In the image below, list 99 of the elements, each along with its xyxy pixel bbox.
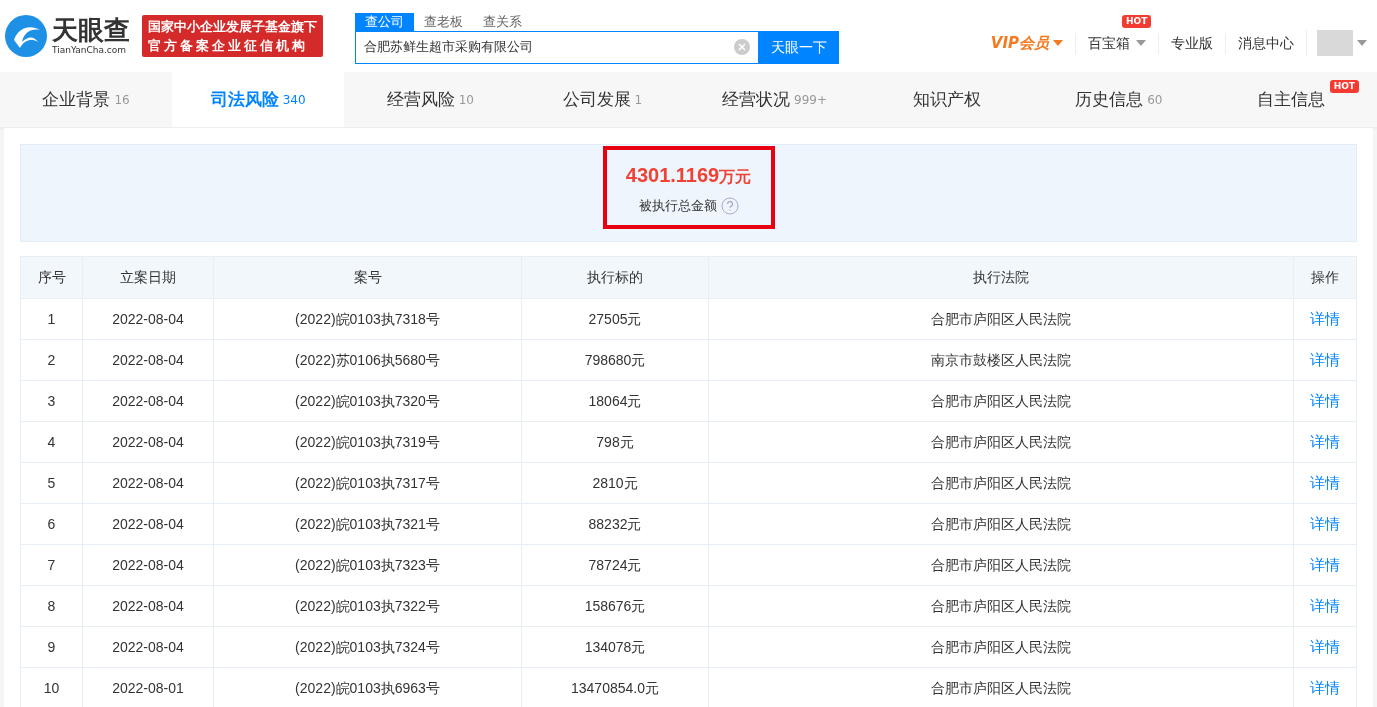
search-tab[interactable]: 查公司: [355, 12, 414, 31]
caret-icon: [1136, 40, 1146, 46]
table-cell: 158676元: [522, 586, 709, 626]
hot-badge: HOT: [1329, 80, 1359, 93]
column-header: 执行标的: [522, 257, 709, 298]
table-cell: (2022)苏0106执5680号: [214, 340, 522, 380]
category-tab[interactable]: 自主信息 HOT: [1204, 72, 1377, 127]
hot-badge: HOT: [1122, 14, 1152, 28]
banner-text: 国家中小企业发展子基金旗下: [148, 18, 317, 36]
column-header: 立案日期: [83, 257, 214, 298]
table-cell: 3: [21, 381, 83, 421]
table-cell: 2022-08-04: [83, 463, 214, 503]
table-cell: 6: [21, 504, 83, 544]
total-amount: 4301.1169: [625, 162, 720, 188]
category-tab[interactable]: 经营状况 999+: [688, 72, 861, 127]
search-tab[interactable]: 查老板: [414, 12, 473, 31]
detail-link[interactable]: 详情: [1310, 389, 1340, 413]
table-cell: 798680元: [522, 340, 709, 380]
search-field[interactable]: 合肥苏鲜生超市采购有限公司: [355, 30, 759, 64]
amount-label: 被执行总金额: [638, 196, 717, 215]
detail-link[interactable]: 详情: [1310, 471, 1340, 495]
column-header: 序号: [21, 257, 83, 298]
banner-text: 官方备案企业征信机构: [148, 37, 309, 55]
nav-link[interactable]: 消息中心: [1225, 32, 1306, 54]
table-cell: 9: [21, 627, 83, 667]
column-header: 案号: [214, 257, 522, 298]
table-cell: (2022)皖0103执7324号: [214, 627, 522, 667]
avatar-placeholder[interactable]: [1317, 30, 1353, 56]
detail-link[interactable]: 详情: [1310, 553, 1340, 577]
table-cell: 合肥市庐阳区人民法院: [709, 627, 1294, 667]
table-cell: 798元: [522, 422, 709, 462]
table-cell: 2022-08-04: [83, 545, 214, 585]
category-tab[interactable]: 企业背景 16: [0, 72, 173, 127]
table-cell: (2022)皖0103执7322号: [214, 586, 522, 626]
table-cell: 88232元: [522, 504, 709, 544]
table-cell: 78724元: [522, 545, 709, 585]
table-cell: (2022)皖0103执7318号: [214, 299, 522, 339]
category-tab[interactable]: 经营风险 10: [344, 72, 517, 127]
table-cell: 2022-08-04: [83, 381, 214, 421]
search-tab[interactable]: 查关系: [473, 12, 532, 31]
table-cell: (2022)皖0103执6963号: [214, 668, 522, 707]
table-cell: 合肥市庐阳区人民法院: [709, 504, 1294, 544]
logo-text: 天眼查: [52, 16, 130, 44]
detail-link[interactable]: 详情: [1310, 512, 1340, 536]
table-cell: 27505元: [522, 299, 709, 339]
logo-icon: [4, 14, 48, 58]
table-cell: 合肥市庐阳区人民法院: [709, 463, 1294, 503]
table-cell: 2022-08-04: [83, 340, 214, 380]
amount-unit: 万元: [719, 165, 752, 188]
detail-link[interactable]: 详情: [1310, 307, 1340, 331]
column-header: 操作: [1310, 268, 1340, 287]
table-cell: 18064元: [522, 381, 709, 421]
table-cell: 合肥市庐阳区人民法院: [709, 422, 1294, 462]
table-cell: 2: [21, 340, 83, 380]
detail-link[interactable]: 详情: [1310, 635, 1340, 659]
table-cell: 10: [21, 668, 83, 707]
table-cell: 2022-08-04: [83, 586, 214, 626]
table-cell: 2810元: [522, 463, 709, 503]
logo-subtitle: TianYanCha.com: [52, 44, 127, 56]
detail-link[interactable]: 详情: [1310, 676, 1340, 700]
table-cell: 4: [21, 422, 83, 462]
detail-link[interactable]: 详情: [1310, 430, 1340, 454]
category-tab[interactable]: 知识产权: [860, 72, 1033, 127]
category-tab[interactable]: 历史信息 60: [1032, 72, 1205, 127]
column-header: 执行法院: [709, 257, 1294, 298]
table-cell: (2022)皖0103执7323号: [214, 545, 522, 585]
table-cell: (2022)皖0103执7321号: [214, 504, 522, 544]
table-cell: 合肥市庐阳区人民法院: [709, 545, 1294, 585]
table-cell: 南京市鼓楼区人民法院: [709, 340, 1294, 380]
table-cell: 1: [21, 299, 83, 339]
detail-link[interactable]: 详情: [1310, 348, 1340, 372]
nav-link[interactable]: 专业版: [1158, 32, 1225, 54]
table-cell: 合肥市庐阳区人民法院: [709, 381, 1294, 421]
caret-icon: [1053, 40, 1063, 46]
vip-menu[interactable]: VIP会员: [978, 31, 1075, 55]
help-icon[interactable]: [720, 196, 739, 215]
table-cell: 2022-08-04: [83, 504, 214, 544]
table-cell: (2022)皖0103执7319号: [214, 422, 522, 462]
table-cell: 合肥市庐阳区人民法院: [709, 586, 1294, 626]
table-cell: 合肥市庐阳区人民法院: [709, 299, 1294, 339]
table-cell: 2022-08-01: [83, 668, 214, 707]
table-cell: 13470854.0元: [522, 668, 709, 707]
table-cell: 2022-08-04: [83, 422, 214, 462]
table-cell: 5: [21, 463, 83, 503]
category-tab[interactable]: 公司发展 1: [516, 72, 689, 127]
table-cell: (2022)皖0103执7317号: [214, 463, 522, 503]
category-tab[interactable]: 司法风险 340: [172, 72, 345, 127]
table-cell: 7: [21, 545, 83, 585]
search-button[interactable]: 天眼一下: [759, 30, 839, 64]
table-cell: 134078元: [522, 627, 709, 667]
table-cell: 2022-08-04: [83, 627, 214, 667]
table-cell: (2022)皖0103执7320号: [214, 381, 522, 421]
table-cell: 合肥市庐阳区人民法院: [709, 668, 1294, 707]
detail-link[interactable]: 详情: [1310, 594, 1340, 618]
table-cell: 2022-08-04: [83, 299, 214, 339]
caret-icon: [1357, 40, 1367, 46]
table-cell: 8: [21, 586, 83, 626]
toolbox-menu[interactable]: 百宝箱: [1076, 32, 1158, 54]
clear-icon[interactable]: [734, 39, 750, 55]
